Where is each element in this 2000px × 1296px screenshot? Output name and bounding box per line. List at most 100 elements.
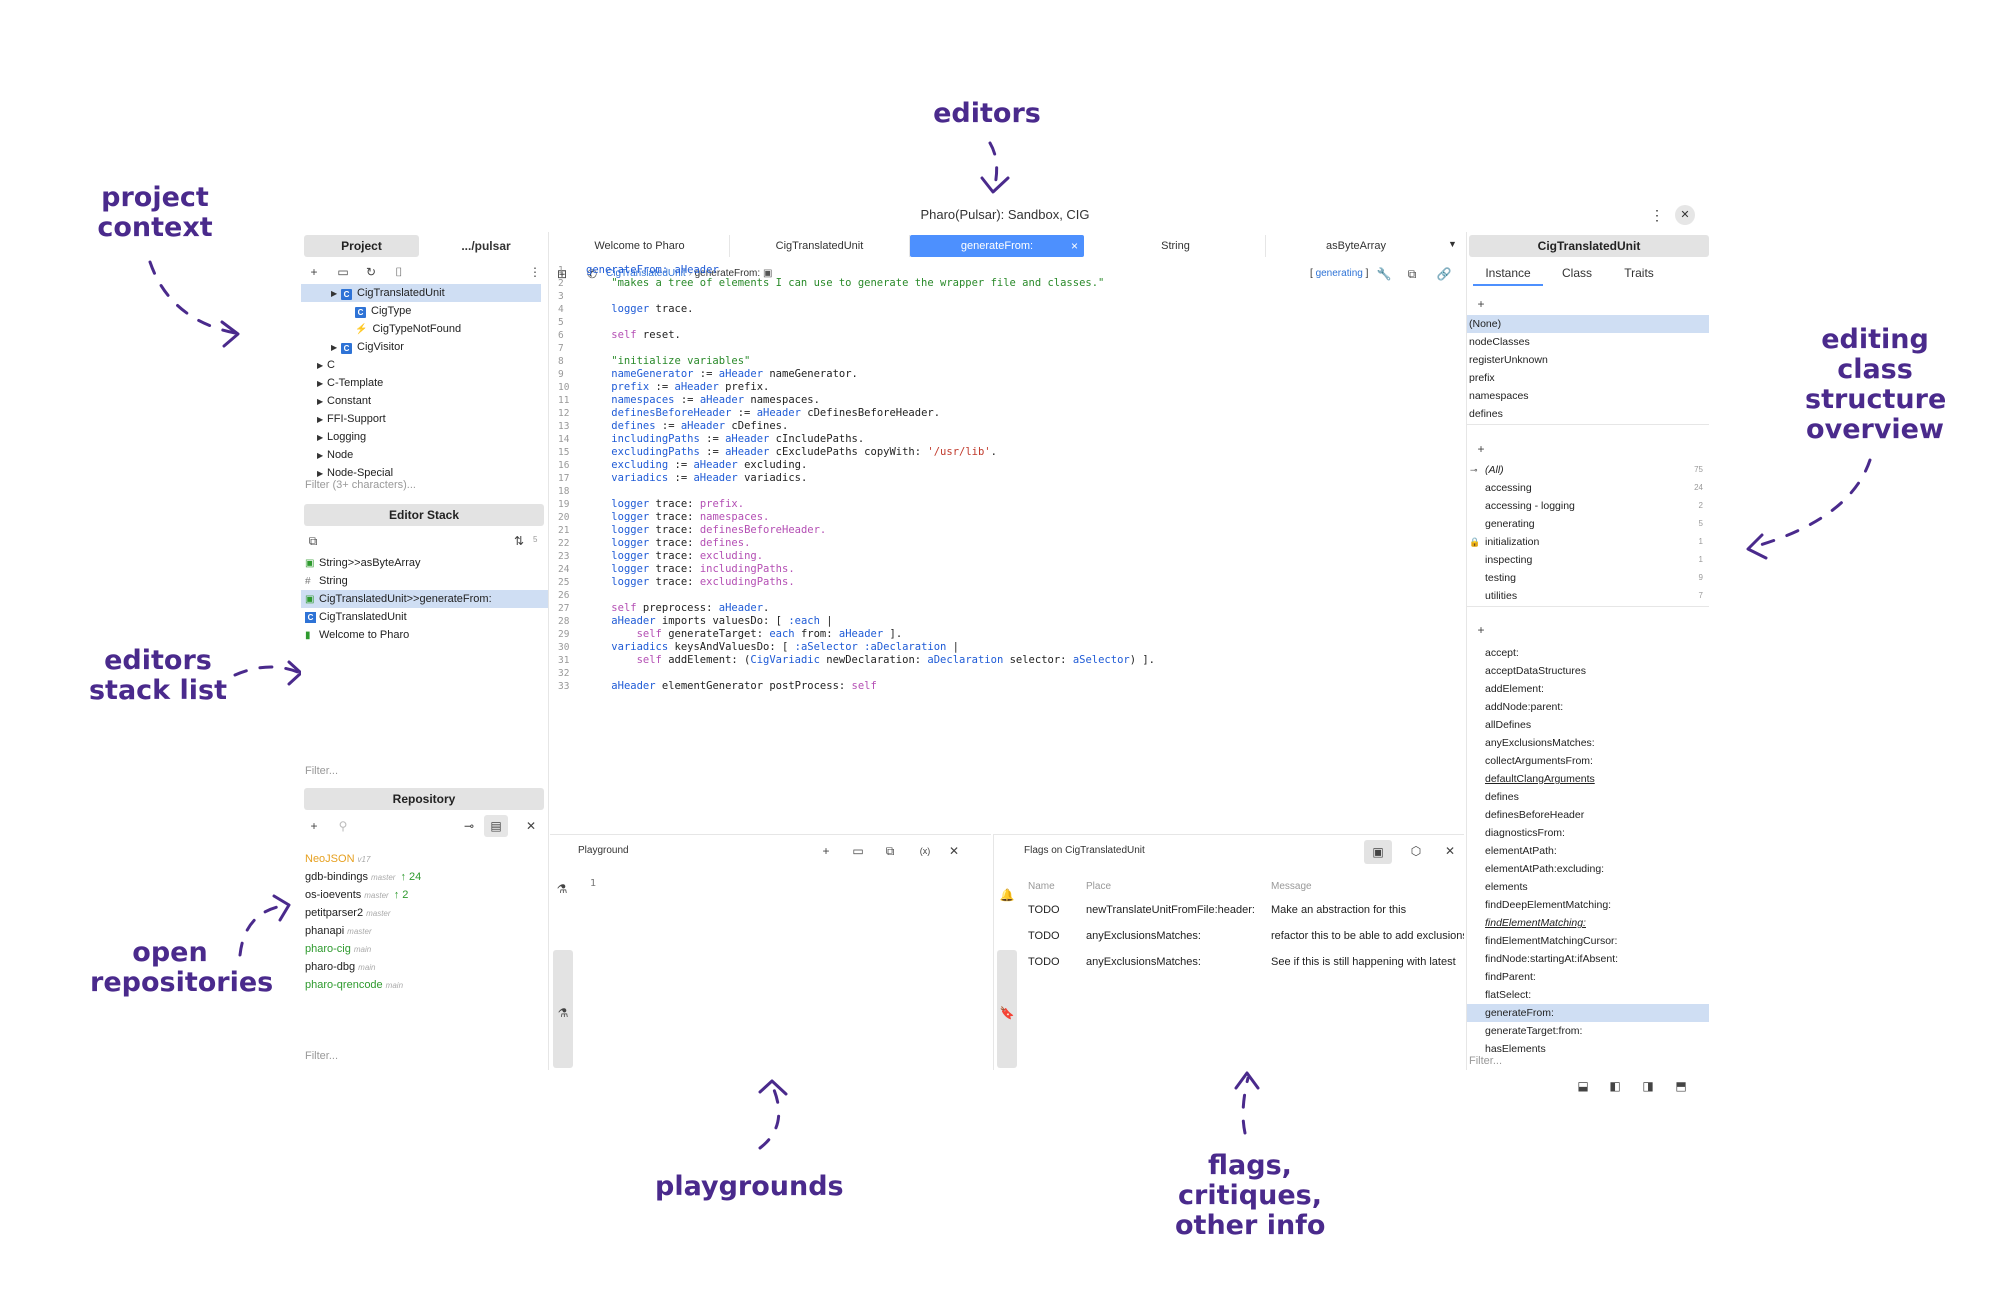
repository-item[interactable]: petitparser2 master (301, 904, 548, 922)
variables-icon[interactable]: (x) (914, 843, 936, 859)
add-icon[interactable]: + (1473, 441, 1489, 457)
layout-right-icon[interactable]: ◨ (1640, 1078, 1656, 1094)
layout-bottom-icon[interactable]: ⬓ (1575, 1078, 1591, 1094)
repository-item[interactable]: pharo-dbg main (301, 958, 548, 976)
expand-triangle-icon[interactable]: ▶ (317, 375, 327, 393)
flag-place[interactable]: newTranslateUnitFromFile:header: (1086, 903, 1255, 917)
repository-settings-icon[interactable]: ▤ (484, 815, 508, 837)
expand-triangle-icon[interactable]: ▶ (317, 393, 327, 411)
expand-triangle-icon[interactable]: ▶ (331, 285, 341, 303)
editor-stack-item[interactable]: C CigTranslatedUnit (301, 608, 548, 626)
layout-top-icon[interactable]: ⬒ (1673, 1078, 1689, 1094)
folder-icon[interactable]: ▭ (850, 843, 866, 859)
method-item[interactable]: generateFrom: (1467, 1004, 1709, 1022)
pin-icon[interactable]: ⌷ (391, 264, 407, 280)
close-icon[interactable]: ✕ (523, 818, 539, 834)
repository-item[interactable]: gdb-bindings master ↑ 24 (301, 868, 548, 886)
method-item[interactable]: acceptDataStructures (1467, 662, 1709, 680)
search-icon[interactable]: ⚲ (335, 818, 351, 834)
bell-icon[interactable]: 🔔 (999, 887, 1015, 903)
method-item[interactable]: defaultClangArguments (1467, 770, 1709, 788)
code-editor[interactable]: generateFrom: aHeader "makes a tree of e… (586, 264, 1456, 704)
method-item[interactable]: flatSelect: (1467, 986, 1709, 1004)
method-item[interactable]: addNode:parent: (1467, 698, 1709, 716)
close-icon[interactable]: × (1071, 235, 1078, 257)
protocol-item[interactable]: utilities 7 (1467, 587, 1709, 605)
method-item[interactable]: definesBeforeHeader (1467, 806, 1709, 824)
expand-triangle-icon[interactable]: ▶ (317, 411, 327, 429)
add-icon[interactable]: + (306, 818, 322, 834)
protocol-item[interactable]: accessing - logging 2 (1467, 497, 1709, 515)
class-overview-tab[interactable]: Instance (1473, 260, 1543, 286)
project-filter[interactable]: Filter (3+ characters)... (305, 479, 416, 491)
bookmark-icon[interactable]: 🔖 (999, 1005, 1015, 1021)
method-item[interactable]: findElementMatchingCursor: (1467, 932, 1709, 950)
flag-message[interactable]: See if this is still happening with late… (1271, 955, 1456, 969)
copy-icon[interactable]: ⧉ (882, 843, 898, 859)
add-icon[interactable]: + (1473, 622, 1489, 638)
method-item[interactable]: elementAtPath: (1467, 842, 1709, 860)
add-icon[interactable]: + (306, 264, 322, 280)
flask-icon[interactable]: ⚗ (555, 1005, 571, 1021)
flag-place[interactable]: anyExclusionsMatches: (1086, 955, 1201, 969)
flag-critique-icon[interactable]: ▣ (1364, 840, 1392, 864)
methods-filter[interactable]: Filter... (1469, 1055, 1502, 1067)
repository-item[interactable]: phanapi master (301, 922, 548, 940)
cube-icon[interactable]: ⬡ (1408, 843, 1424, 859)
tab-project[interactable]: Project (304, 235, 419, 257)
tree-item[interactable]: ▶ C-Template (301, 374, 541, 392)
method-item[interactable]: accept: (1467, 644, 1709, 662)
editor-tab[interactable]: String (1086, 235, 1266, 257)
editor-tab[interactable]: generateFrom: × (910, 235, 1084, 257)
tree-item[interactable]: ▶ Logging (301, 428, 541, 446)
method-item[interactable]: addElement: (1467, 680, 1709, 698)
editor-stack-filter[interactable]: Filter... (305, 765, 338, 777)
method-item[interactable]: collectArgumentsFrom: (1467, 752, 1709, 770)
method-item[interactable]: anyExclusionsMatches: (1467, 734, 1709, 752)
tree-item[interactable]: C CigType (301, 302, 541, 320)
protocol-item[interactable]: 🔒 initialization 1 (1467, 533, 1709, 551)
class-overview-tab[interactable]: Traits (1609, 260, 1669, 286)
repository-item[interactable]: pharo-qrencode main (301, 976, 548, 994)
repository-item[interactable]: os-ioevents master ↑ 2 (301, 886, 548, 904)
tree-item[interactable]: ▶ C CigTranslatedUnit (301, 284, 541, 302)
layout-left-icon[interactable]: ◧ (1607, 1078, 1623, 1094)
protocol-item[interactable]: accessing 24 (1467, 479, 1709, 497)
editor-stack-item[interactable]: ▣ CigTranslatedUnit>>generateFrom: (301, 590, 548, 608)
instance-variable-item[interactable]: (None) (1467, 315, 1709, 333)
repository-filter[interactable]: Filter... (305, 1050, 338, 1062)
tree-item[interactable]: ▶ C CigVisitor (301, 338, 541, 356)
method-item[interactable]: findParent: (1467, 968, 1709, 986)
editor-tab[interactable]: Welcome to Pharo (550, 235, 730, 257)
protocol-item[interactable]: ⊸ (All) 75 (1467, 461, 1709, 479)
copy-icon[interactable]: ⧉ (305, 533, 321, 549)
class-overview-tab[interactable]: Class (1547, 260, 1607, 286)
expand-triangle-icon[interactable]: ▶ (317, 429, 327, 447)
repository-item[interactable]: NeoJSON v17 (301, 850, 548, 868)
sort-icon[interactable]: ⇅ (511, 533, 527, 549)
method-item[interactable]: diagnosticsFrom: (1467, 824, 1709, 842)
instance-variable-item[interactable]: registerUnknown (1467, 351, 1709, 369)
tree-item[interactable]: ▶ Node (301, 446, 541, 464)
add-icon[interactable]: + (818, 843, 834, 859)
protocol-item[interactable]: testing 9 (1467, 569, 1709, 587)
editor-stack-item[interactable]: # String (301, 572, 548, 590)
refresh-icon[interactable]: ↻ (363, 264, 379, 280)
method-item[interactable]: findDeepElementMatching: (1467, 896, 1709, 914)
tree-item[interactable]: ▶ FFI-Support (301, 410, 541, 428)
editor-tab[interactable]: CigTranslatedUnit (730, 235, 910, 257)
repository-item[interactable]: pharo-cig main (301, 940, 548, 958)
chevron-down-icon[interactable]: ▼ (1448, 239, 1457, 249)
method-item[interactable]: findNode:startingAt:ifAbsent: (1467, 950, 1709, 968)
expand-triangle-icon[interactable]: ▶ (317, 447, 327, 465)
folder-icon[interactable]: ▭ (335, 264, 351, 280)
protocol-item[interactable]: generating 5 (1467, 515, 1709, 533)
expand-triangle-icon[interactable]: ▶ (317, 357, 327, 375)
protocol-item[interactable]: inspecting 1 (1467, 551, 1709, 569)
method-item[interactable]: findElementMatching: (1467, 914, 1709, 932)
more-vertical-icon[interactable]: ⋮ (527, 264, 543, 280)
close-icon[interactable]: ✕ (1675, 205, 1695, 225)
method-item[interactable]: elements (1467, 878, 1709, 896)
flask-icon[interactable]: ⚗ (554, 881, 570, 897)
instance-variable-item[interactable]: defines (1467, 405, 1709, 423)
